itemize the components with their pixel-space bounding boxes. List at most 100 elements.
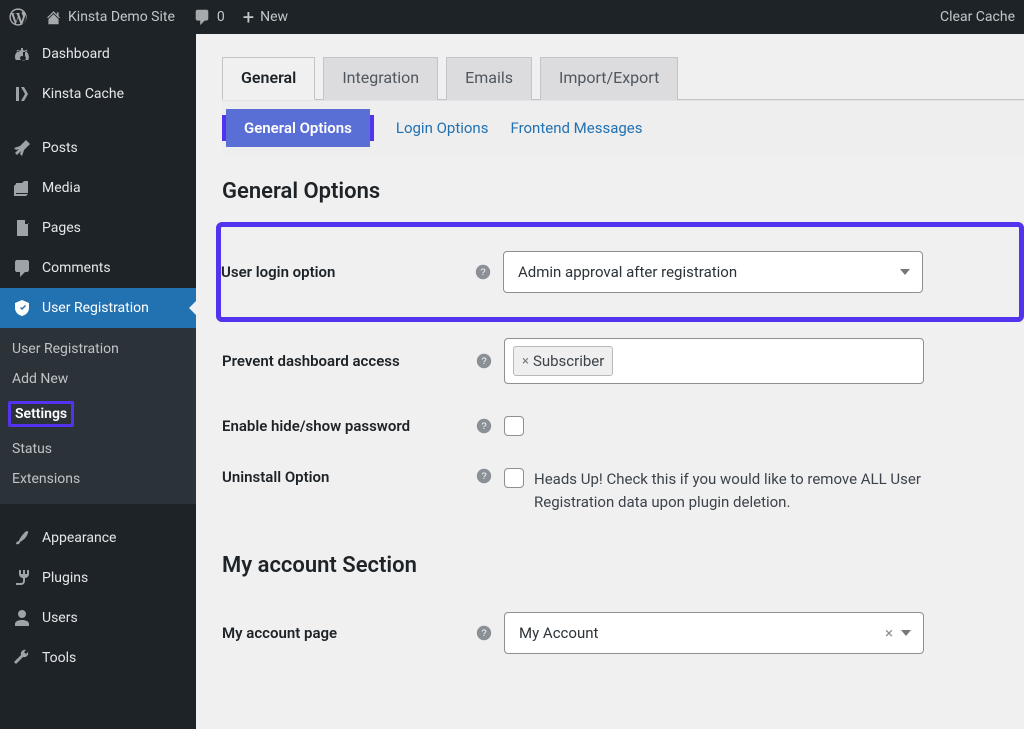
clear-icon[interactable]: × (885, 624, 893, 642)
sidebar-label: Pages (42, 220, 81, 236)
sidebar-item-appearance[interactable]: Appearance (0, 518, 196, 558)
prevent-dashboard-roles-input[interactable]: × Subscriber (504, 338, 924, 384)
sidebar-submenu-user-registration: User Registration Add New Settings Statu… (0, 328, 196, 504)
remove-icon[interactable]: × (522, 354, 529, 369)
help-icon[interactable]: ? (476, 418, 504, 434)
sidebar-label: Posts (42, 140, 78, 156)
svg-text:?: ? (481, 471, 486, 482)
field-label: Uninstall Option (222, 468, 476, 486)
wp-logo[interactable] (0, 0, 36, 34)
main-content: General Integration Emails Import/Export… (196, 34, 1024, 729)
wordpress-icon (9, 8, 27, 26)
submenu-item-status[interactable]: Status (0, 434, 196, 464)
row-uninstall-option: Uninstall Option ? Heads Up! Check this … (222, 452, 1024, 529)
sidebar-label: Plugins (42, 570, 88, 586)
hide-show-password-checkbox[interactable] (504, 416, 524, 436)
row-user-login-option: User login option ? Admin approval after… (221, 235, 1013, 309)
submenu-item-extensions[interactable]: Extensions (0, 464, 196, 494)
help-icon[interactable]: ? (475, 264, 503, 280)
kinsta-icon (12, 84, 32, 104)
comments-icon (12, 258, 32, 278)
field-label: My account page (222, 624, 476, 642)
sidebar-item-posts[interactable]: Posts (0, 128, 196, 168)
admin-bar: Kinsta Demo Site 0 + New Clear Cache (0, 0, 1024, 34)
sidebar-item-tools[interactable]: Tools (0, 638, 196, 678)
submenu-item-add-new[interactable]: Add New (0, 364, 196, 394)
submenu-item-user-registration[interactable]: User Registration (0, 334, 196, 364)
sidebar-label: User Registration (42, 300, 149, 316)
comments-count: 0 (217, 9, 225, 25)
tab-general[interactable]: General (222, 57, 315, 100)
sidebar-item-media[interactable]: Media (0, 168, 196, 208)
pin-icon (12, 138, 32, 158)
settings-tabs: General Integration Emails Import/Export (222, 56, 1024, 100)
tab-integration[interactable]: Integration (323, 57, 438, 100)
select-value: Admin approval after registration (518, 263, 737, 281)
sidebar-label: Users (42, 610, 78, 626)
subtab-general-options[interactable]: General Options (226, 109, 370, 147)
plus-icon: + (243, 7, 254, 27)
brush-icon (12, 528, 32, 548)
tag-label: Subscriber (533, 352, 604, 370)
site-title: Kinsta Demo Site (68, 9, 175, 25)
svg-text:?: ? (481, 421, 486, 432)
field-label: Enable hide/show password (222, 417, 476, 435)
sidebar-item-comments[interactable]: Comments (0, 248, 196, 288)
plug-icon (12, 568, 32, 588)
admin-sidebar: Dashboard Kinsta Cache Posts Media Pages… (0, 34, 196, 729)
new-label: New (260, 9, 288, 25)
svg-text:?: ? (481, 628, 486, 639)
section-heading-my-account: My account Section (222, 553, 1024, 578)
comments-menu[interactable]: 0 (184, 0, 234, 34)
subtab-frontend-messages[interactable]: Frontend Messages (510, 119, 642, 137)
my-account-page-select[interactable]: My Account × (504, 612, 924, 654)
row-my-account-page: My account page ? My Account × (222, 596, 1024, 670)
sidebar-item-pages[interactable]: Pages (0, 208, 196, 248)
help-icon[interactable]: ? (476, 468, 504, 484)
sidebar-label: Kinsta Cache (42, 86, 124, 102)
clear-cache-button[interactable]: Clear Cache (931, 0, 1024, 34)
row-prevent-dashboard-access: Prevent dashboard access ? × Subscriber (222, 322, 1024, 400)
sidebar-label: Dashboard (42, 46, 110, 62)
highlight: Settings (8, 401, 74, 427)
sidebar-item-plugins[interactable]: Plugins (0, 558, 196, 598)
field-label: User login option (221, 263, 475, 281)
uninstall-desc: Heads Up! Check this if you would like t… (534, 468, 964, 513)
select-value: My Account (519, 624, 598, 642)
section-heading-general: General Options (222, 179, 1024, 204)
sidebar-label: Appearance (42, 530, 116, 546)
highlight: User login option ? Admin approval after… (216, 222, 1024, 322)
sidebar-item-users[interactable]: Users (0, 598, 196, 638)
sidebar-label: Tools (42, 650, 76, 666)
row-enable-hide-show-password: Enable hide/show password ? (222, 400, 1024, 452)
pages-icon (12, 218, 32, 238)
uninstall-checkbox[interactable] (504, 468, 524, 488)
dashboard-icon (12, 44, 32, 64)
field-label: Prevent dashboard access (222, 352, 476, 370)
sidebar-item-dashboard[interactable]: Dashboard (0, 34, 196, 74)
site-menu[interactable]: Kinsta Demo Site (36, 0, 184, 34)
chevron-down-icon (900, 269, 910, 275)
sidebar-label: Media (42, 180, 81, 196)
media-icon (12, 178, 32, 198)
tab-emails[interactable]: Emails (446, 57, 532, 100)
tab-import-export[interactable]: Import/Export (540, 57, 678, 100)
svg-text:?: ? (480, 267, 485, 278)
user-icon (12, 608, 32, 628)
highlight: General Options (222, 115, 374, 141)
submenu-item-settings[interactable]: Settings (0, 394, 196, 434)
comment-icon (193, 8, 211, 26)
home-icon (45, 9, 62, 26)
wrench-icon (12, 648, 32, 668)
help-icon[interactable]: ? (476, 625, 504, 641)
settings-subtabs: General Options Login Options Frontend M… (222, 100, 1024, 155)
sidebar-item-user-registration[interactable]: User Registration (0, 288, 196, 328)
user-login-option-select[interactable]: Admin approval after registration (503, 251, 923, 293)
chevron-down-icon (901, 630, 911, 636)
sidebar-item-kinsta-cache[interactable]: Kinsta Cache (0, 74, 196, 114)
new-content-menu[interactable]: + New (234, 0, 297, 34)
help-icon[interactable]: ? (476, 353, 504, 369)
role-tag[interactable]: × Subscriber (513, 346, 613, 376)
subtab-login-options[interactable]: Login Options (396, 119, 489, 137)
svg-text:?: ? (481, 356, 486, 367)
